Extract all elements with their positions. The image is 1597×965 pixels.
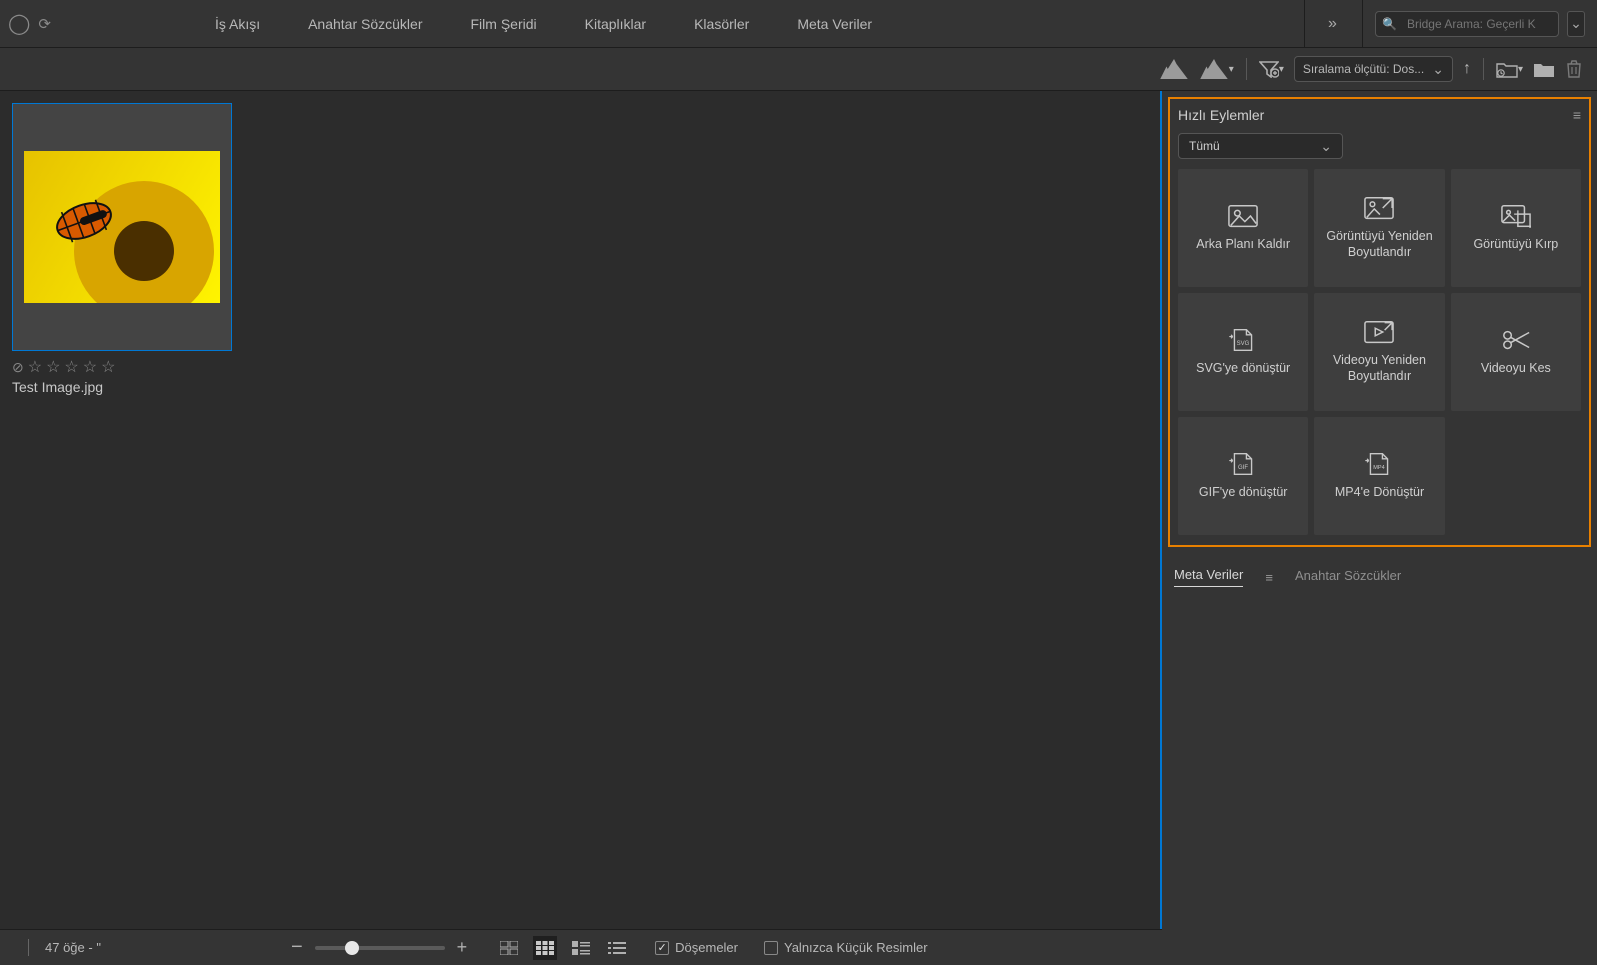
filter-icon[interactable]: ▾ bbox=[1259, 56, 1284, 82]
video-cut-icon bbox=[1501, 328, 1531, 352]
thumbs-only-checkbox[interactable] bbox=[764, 941, 778, 955]
quick-action-label: GIF'ye dönüştür bbox=[1193, 484, 1294, 500]
workspace-tab[interactable]: Film Şeridi bbox=[447, 0, 561, 47]
quick-action-label: MP4'e Dönüştür bbox=[1329, 484, 1430, 500]
view-list-button[interactable] bbox=[605, 936, 629, 960]
workspace-more[interactable]: » bbox=[1304, 0, 1362, 47]
image-remove-bg-icon bbox=[1228, 204, 1258, 228]
quick-action-card[interactable]: Görüntüyü Kırp bbox=[1451, 169, 1581, 287]
workspace-tab[interactable]: Anahtar Sözcükler bbox=[284, 0, 446, 47]
thumbnail-canvas[interactable]: ⊘ ☆ ☆ ☆ ☆ ☆ Test Image.jpg bbox=[0, 91, 1162, 929]
zoom-slider[interactable] bbox=[315, 946, 445, 950]
quick-action-card[interactable]: Videoyu Kes bbox=[1451, 293, 1581, 411]
bottom-bar: 47 öğe - " − + bbox=[0, 929, 1162, 965]
search-input[interactable] bbox=[1403, 17, 1553, 31]
thumbnail-frame bbox=[12, 103, 232, 351]
search-icon: 🔍 bbox=[1376, 17, 1403, 31]
thumbnail-rating[interactable]: ⊘ ☆ ☆ ☆ ☆ ☆ bbox=[12, 357, 232, 377]
control-bar: ▾ ▾ Sıralama ölçütü: Dos... ↑ ▾ bbox=[0, 48, 1597, 91]
chevron-down-icon bbox=[1432, 62, 1444, 77]
workspace-tab[interactable]: İş Akışı bbox=[191, 0, 284, 47]
star-icon: ☆ bbox=[28, 357, 42, 377]
tab-metadata[interactable]: Meta Veriler bbox=[1174, 567, 1243, 587]
status-text: 47 öğe - " bbox=[45, 940, 101, 955]
thumbs-only-check-label: Yalnızca Küçük Resimler bbox=[784, 940, 928, 955]
rating-stars-icon-2[interactable]: ▾ bbox=[1199, 56, 1234, 82]
zoom-slider-group: − + bbox=[291, 936, 467, 959]
recent-folder-icon[interactable]: ▾ bbox=[1496, 56, 1523, 82]
sort-asc-icon[interactable]: ↑ bbox=[1463, 56, 1471, 82]
refresh-icon[interactable]: ⟳ bbox=[38, 15, 51, 33]
video-resize-icon bbox=[1364, 320, 1394, 344]
star-icon: ☆ bbox=[64, 357, 78, 377]
svg-text:SVG: SVG bbox=[1237, 341, 1250, 347]
folder-icon[interactable] bbox=[1533, 56, 1555, 82]
sort-dropdown[interactable]: Sıralama ölçütü: Dos... bbox=[1294, 56, 1453, 82]
quick-action-label: Görüntüyü Yeniden Boyutlandır bbox=[1314, 228, 1444, 261]
quick-action-card[interactable]: GIF GIF'ye dönüştür bbox=[1178, 417, 1308, 535]
tiles-check-label: Döşemeler bbox=[675, 940, 738, 955]
sort-label: Sıralama ölçütü: Dos... bbox=[1303, 62, 1424, 76]
separator-icon bbox=[28, 939, 29, 957]
quick-action-label: SVG'ye dönüştür bbox=[1190, 360, 1296, 376]
star-icon: ☆ bbox=[83, 357, 97, 377]
view-mode-group bbox=[497, 936, 629, 960]
search-dropdown[interactable] bbox=[1567, 11, 1585, 37]
quick-action-label: Videoyu Yeniden Boyutlandır bbox=[1314, 352, 1444, 385]
thumbs-only-check-group[interactable]: Yalnızca Küçük Resimler bbox=[764, 940, 928, 955]
thumbnail-item[interactable]: ⊘ ☆ ☆ ☆ ☆ ☆ Test Image.jpg bbox=[12, 103, 232, 395]
zoom-out-button[interactable]: − bbox=[291, 936, 303, 959]
tab-keywords[interactable]: Anahtar Sözcükler bbox=[1295, 568, 1401, 587]
quick-action-card[interactable]: Videoyu Yeniden Boyutlandır bbox=[1314, 293, 1444, 411]
content-area: ⊘ ☆ ☆ ☆ ☆ ☆ Test Image.jpg 47 öğe - " − bbox=[0, 91, 1162, 965]
quick-actions-grid: Arka Planı Kaldır Görüntüyü Yeniden Boyut… bbox=[1178, 169, 1581, 535]
side-panel-tabs: Meta Veriler ≡ Anahtar Sözcükler bbox=[1162, 567, 1597, 587]
rating-stars-icon[interactable] bbox=[1159, 56, 1189, 82]
workspace-tab[interactable]: Meta Veriler bbox=[773, 0, 896, 47]
quick-actions-panel: Hızlı Eylemler ≡ Tümü Arka Planı Kaldır G… bbox=[1168, 97, 1591, 547]
nav-history: ◯ ⟳ bbox=[0, 11, 51, 36]
zoom-in-button[interactable]: + bbox=[457, 937, 468, 958]
quick-action-card[interactable]: SVG SVG'ye dönüştür bbox=[1178, 293, 1308, 411]
search-box[interactable]: 🔍 bbox=[1375, 11, 1559, 37]
reject-icon: ⊘ bbox=[12, 359, 24, 376]
star-icon: ☆ bbox=[46, 357, 60, 377]
quick-action-card[interactable]: Arka Planı Kaldır bbox=[1178, 169, 1308, 287]
quick-action-label: Arka Planı Kaldır bbox=[1190, 236, 1296, 252]
thumbnail-filename: Test Image.jpg bbox=[12, 379, 232, 395]
quick-action-label: Videoyu Kes bbox=[1475, 360, 1557, 376]
svg-text:GIF: GIF bbox=[1238, 465, 1248, 471]
top-bar: ◯ ⟳ İş AkışıAnahtar SözcüklerFilm Şeridi… bbox=[0, 0, 1597, 48]
image-crop-icon bbox=[1501, 204, 1531, 228]
convert-svg-icon: SVG bbox=[1228, 328, 1258, 352]
quick-actions-filter-label: Tümü bbox=[1189, 139, 1220, 153]
view-grid-small-button[interactable] bbox=[533, 936, 557, 960]
thumbnail-preview bbox=[24, 151, 220, 303]
convert-mp4-icon: MP4 bbox=[1364, 452, 1394, 476]
quick-action-card[interactable]: MP4 MP4'e Dönüştür bbox=[1314, 417, 1444, 535]
zoom-slider-thumb[interactable] bbox=[345, 941, 359, 955]
chevron-down-icon bbox=[1320, 139, 1332, 154]
panel-menu-icon[interactable]: ≡ bbox=[1573, 107, 1581, 123]
panel-menu-icon[interactable]: ≡ bbox=[1265, 570, 1273, 585]
view-details-button[interactable] bbox=[569, 936, 593, 960]
quick-action-label: Görüntüyü Kırp bbox=[1467, 236, 1564, 252]
image-resize-icon bbox=[1364, 196, 1394, 220]
tiles-checkbox[interactable] bbox=[655, 941, 669, 955]
quick-actions-filter[interactable]: Tümü bbox=[1178, 133, 1343, 159]
convert-gif-icon: GIF bbox=[1228, 452, 1258, 476]
workspace-tab[interactable]: Kitaplıklar bbox=[561, 0, 670, 47]
trash-icon[interactable] bbox=[1565, 56, 1583, 82]
right-panel: Hızlı Eylemler ≡ Tümü Arka Planı Kaldır G… bbox=[1162, 91, 1597, 965]
nav-circle-icon[interactable]: ◯ bbox=[8, 11, 30, 36]
quick-actions-title: Hızlı Eylemler bbox=[1178, 107, 1264, 123]
star-icon: ☆ bbox=[101, 357, 115, 377]
view-grid-large-button[interactable] bbox=[497, 936, 521, 960]
workspace-tabs: İş AkışıAnahtar SözcüklerFilm ŞeridiKita… bbox=[191, 0, 896, 47]
quick-action-card[interactable]: Görüntüyü Yeniden Boyutlandır bbox=[1314, 169, 1444, 287]
workspace-tab[interactable]: Klasörler bbox=[670, 0, 773, 47]
tiles-check-group[interactable]: Döşemeler bbox=[655, 940, 738, 955]
svg-text:MP4: MP4 bbox=[1374, 465, 1385, 471]
